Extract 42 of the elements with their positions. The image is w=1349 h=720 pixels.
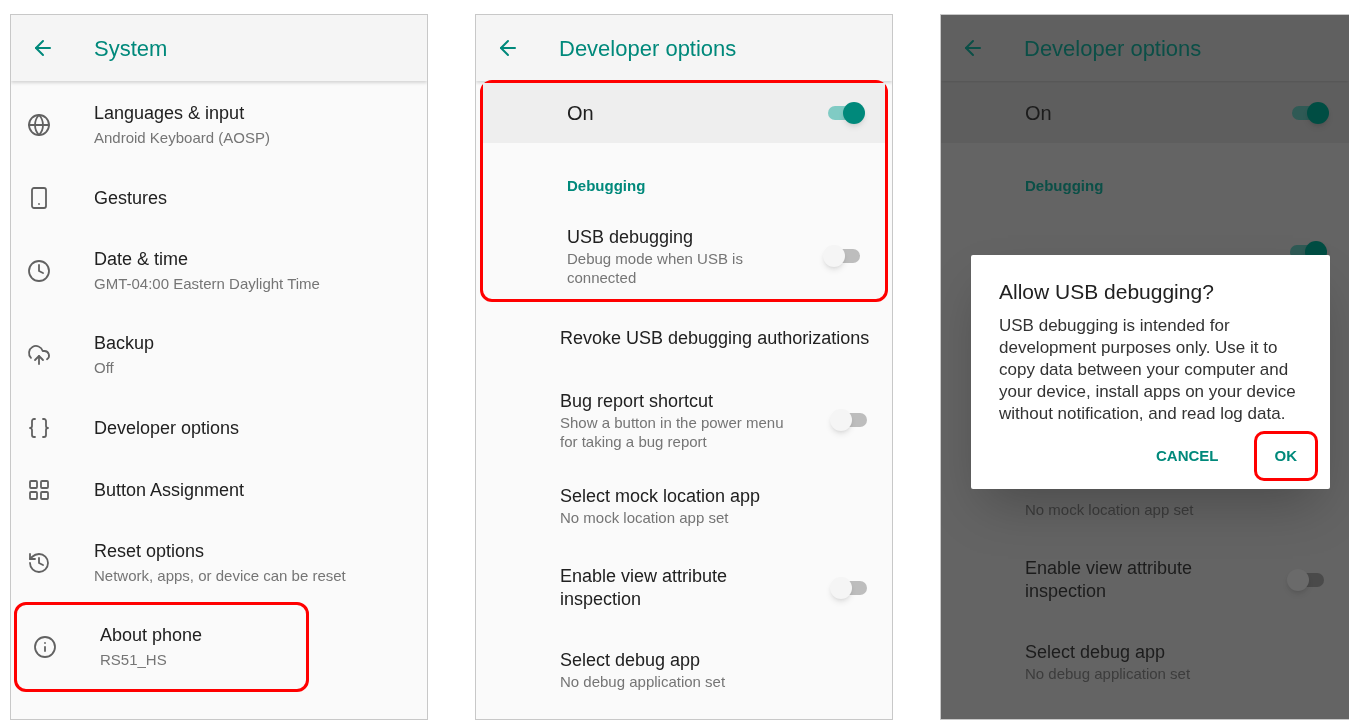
setting-title[interactable]: Backup <box>94 330 155 358</box>
setting-summary: GMT-04:00 Eastern Daylight Time <box>94 274 320 295</box>
setting-title[interactable]: USB debugging <box>567 225 799 249</box>
setting-title[interactable]: Date & time <box>94 246 320 274</box>
setting-title[interactable]: Select mock location app <box>560 485 886 508</box>
setting-summary: Debug mode when USB is connected <box>567 248 744 287</box>
grid-icon <box>27 478 51 502</box>
setting-title[interactable]: About phone <box>100 622 203 650</box>
setting-title[interactable]: Enable view attribute inspection <box>560 565 792 611</box>
setting-summary: Network, apps, or device can be reset <box>94 566 346 587</box>
screen-title: System <box>94 34 168 63</box>
globe-icon <box>27 113 51 137</box>
history-icon <box>27 551 51 575</box>
screen-title: Developer options <box>559 34 737 63</box>
setting-title[interactable]: Reset options <box>94 538 346 566</box>
dialog-message: USB debugging is intended for development purposes only. Use it to copy data between your computer and your device, install apps on your device without notification, and read log data. <box>999 315 1297 425</box>
setting-title[interactable]: Select debug app <box>560 649 886 672</box>
setting-title[interactable]: Gestures <box>94 184 168 212</box>
dialog-button[interactable]: OK <box>1253 431 1318 481</box>
dialog-button[interactable]: CANCEL <box>1135 431 1240 481</box>
braces-icon <box>27 416 51 440</box>
category-header: Debugging <box>567 177 646 194</box>
setting-title[interactable]: Button Assignment <box>94 476 245 504</box>
setting-summary: Off <box>94 358 115 379</box>
setting-summary: No mock location app set <box>560 508 730 527</box>
dialog-title: Allow USB debugging? <box>999 279 1215 305</box>
cloud-upload-icon <box>27 343 51 367</box>
screen-title: Developer options <box>1024 34 1202 63</box>
setting-summary: RS51_HS <box>100 650 168 671</box>
setting-title[interactable]: Developer options <box>94 414 240 442</box>
main-switch-bar[interactable]: On <box>483 83 885 143</box>
setting-title[interactable]: Revoke USB debugging authorizations <box>560 326 886 350</box>
setting-title[interactable]: Bug report shortcut <box>560 389 792 413</box>
clock-icon <box>27 259 51 283</box>
category-header: Debugging <box>1025 177 1104 194</box>
setting-title[interactable]: Languages & input <box>94 100 270 128</box>
setting-summary: Android Keyboard (AOSP) <box>94 128 270 149</box>
setting-summary: No debug application set <box>560 672 727 691</box>
switch-label: On <box>1025 101 1053 126</box>
setting-summary: Show a button in the power menu for taking a bug report <box>560 412 785 451</box>
switch-label: On <box>567 101 595 126</box>
info-icon <box>33 635 57 659</box>
